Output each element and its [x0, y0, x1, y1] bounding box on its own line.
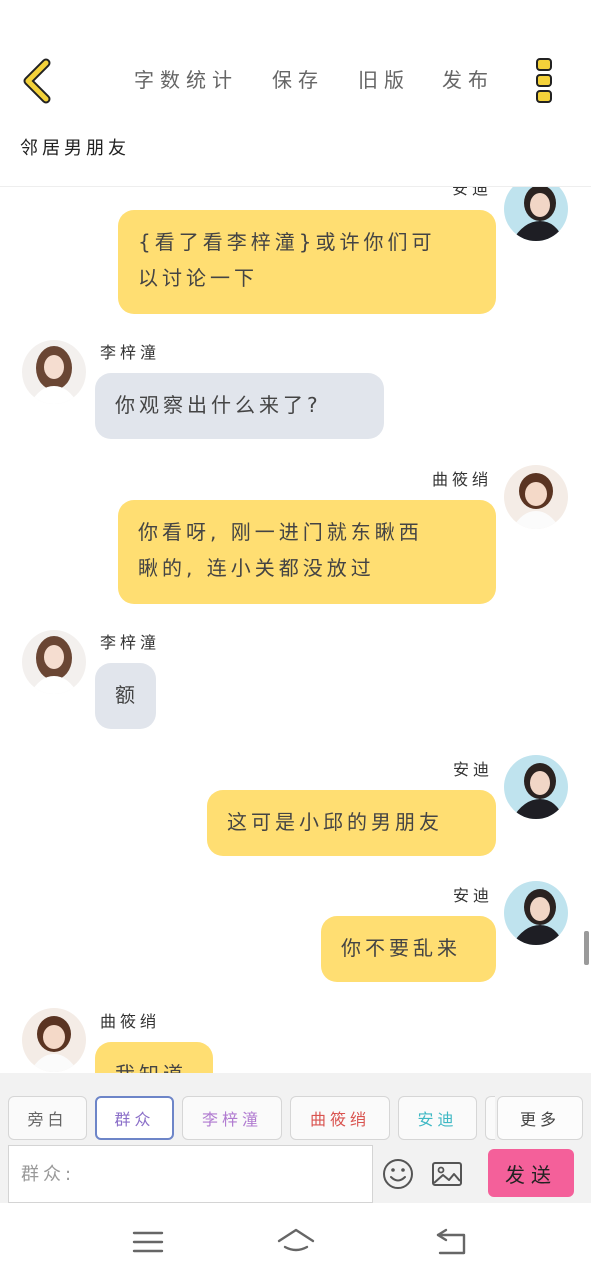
role-button-crowd[interactable]: 群众 — [95, 1096, 174, 1140]
chat-area[interactable]: 安迪 {看了看李梓潼}或许你们可 以讨论一下 李梓潼 你观察出什么来了? 曲筱绡 — [0, 187, 591, 1073]
top-bar: 字数统计 保存 旧版 发布 — [0, 40, 591, 120]
hamburger-menu-icon — [132, 1231, 164, 1253]
avatar-andi[interactable] — [504, 187, 568, 241]
old-version-button[interactable]: 旧版 — [358, 64, 410, 93]
sender-name: 安迪 — [453, 760, 494, 779]
home-nav-button[interactable] — [276, 1225, 316, 1259]
sender-name: 曲筱绡 — [432, 470, 493, 489]
message-bubble[interactable]: 额 — [95, 663, 156, 729]
emoji-button[interactable] — [381, 1157, 415, 1191]
back-button[interactable] — [18, 58, 58, 104]
sender-name: 曲筱绡 — [100, 1012, 161, 1031]
sender-name: 安迪 — [453, 886, 494, 905]
role-button-partial[interactable] — [485, 1096, 495, 1140]
emoji-icon — [383, 1159, 413, 1189]
sender-name: 李梓潼 — [100, 343, 161, 362]
role-button-lizitong[interactable]: 李梓潼 — [182, 1096, 282, 1140]
more-menu-button[interactable] — [530, 56, 558, 106]
message-bubble[interactable]: 你看呀, 刚一进门就东瞅西 瞅的, 连小关都没放过 — [118, 500, 496, 604]
word-count-button[interactable]: 字数统计 — [134, 64, 238, 93]
role-button-andi[interactable]: 安迪 — [398, 1096, 477, 1140]
message-bubble[interactable]: 你不要乱来 — [321, 916, 496, 982]
send-button[interactable]: 发送 — [488, 1149, 574, 1197]
message-bubble[interactable]: {看了看李梓潼}或许你们可 以讨论一下 — [118, 210, 496, 314]
sender-name: 安迪 — [452, 187, 493, 198]
document-title: 邻居男朋友 — [20, 138, 130, 159]
more-roles-button[interactable]: 更多 — [497, 1096, 583, 1140]
message-input[interactable]: 群众: — [8, 1145, 373, 1203]
menu-nav-button[interactable] — [128, 1225, 168, 1259]
more-vertical-icon — [536, 58, 552, 103]
avatar-lizitong[interactable] — [22, 630, 86, 694]
home-icon — [277, 1228, 315, 1252]
publish-button[interactable]: 发布 — [442, 64, 494, 93]
back-arrow-icon — [436, 1228, 466, 1255]
scrollbar-thumb[interactable] — [584, 931, 589, 965]
sender-name: 李梓潼 — [100, 633, 161, 652]
back-nav-button[interactable] — [432, 1225, 472, 1259]
message-bubble[interactable]: 你观察出什么来了? — [95, 373, 384, 439]
avatar-andi[interactable] — [504, 755, 568, 819]
role-button-narration[interactable]: 旁白 — [8, 1096, 87, 1140]
avatar-andi[interactable] — [504, 881, 568, 945]
avatar-quxiaoxiao[interactable] — [22, 1008, 86, 1072]
image-button[interactable] — [430, 1157, 464, 1191]
compose-panel: 旁白 群众 李梓潼 曲筱绡 安迪 更多 群众: 发送 — [0, 1073, 591, 1203]
system-nav-bar — [0, 1203, 591, 1280]
avatar-quxiaoxiao[interactable] — [504, 465, 568, 529]
chevron-left-icon — [23, 58, 51, 104]
image-icon — [432, 1162, 462, 1186]
save-button[interactable]: 保存 — [272, 64, 324, 93]
message-bubble[interactable]: 这可是小邱的男朋友 — [207, 790, 496, 856]
avatar-lizitong[interactable] — [22, 340, 86, 404]
message-bubble[interactable]: 我知道 — [95, 1042, 213, 1073]
role-button-quxiaoxiao[interactable]: 曲筱绡 — [290, 1096, 390, 1140]
